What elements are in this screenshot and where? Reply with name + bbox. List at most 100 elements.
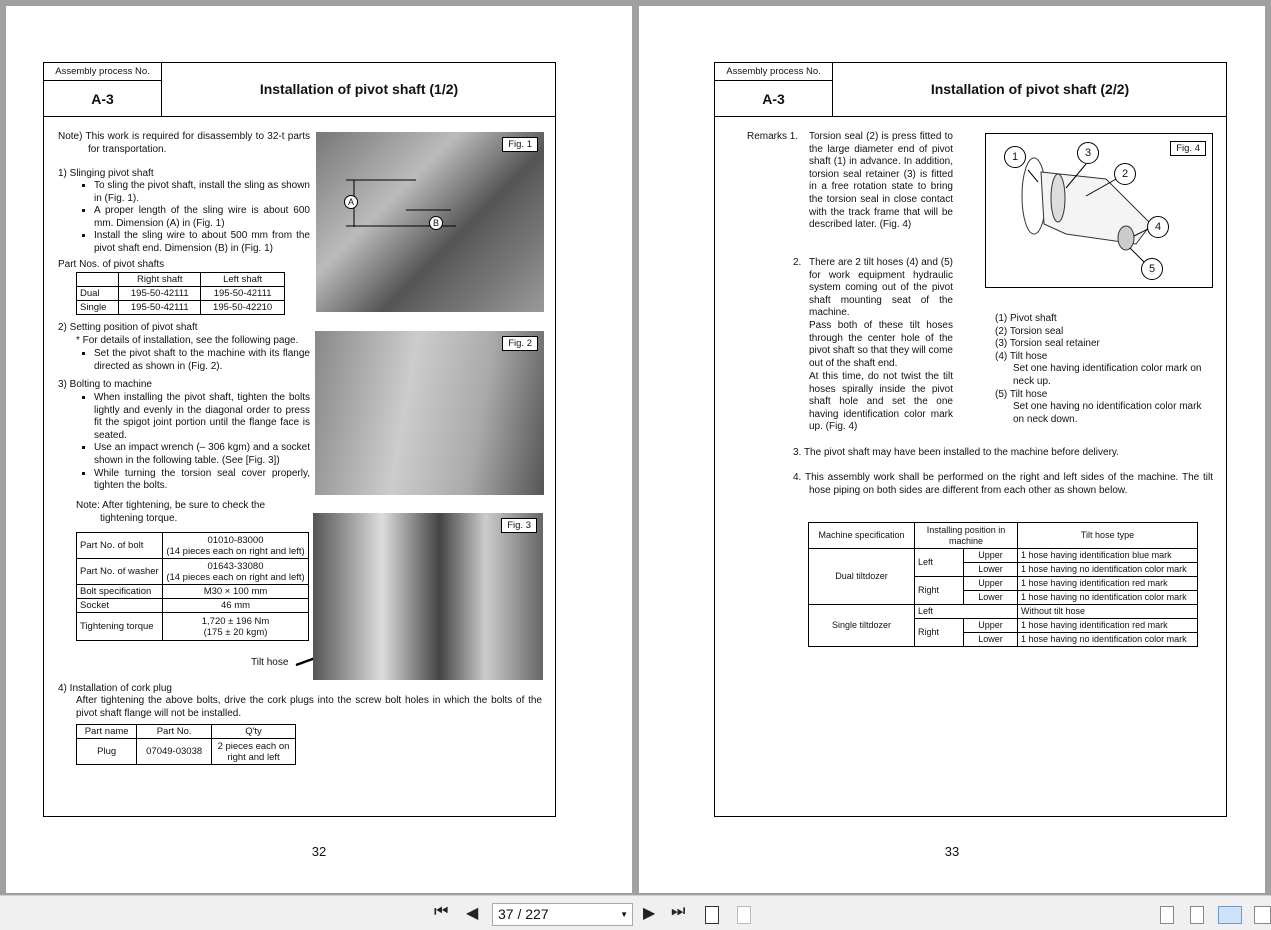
legend-num: (4): [995, 350, 1008, 362]
bullet: Set the pivot shaft to the machine with …: [94, 348, 310, 373]
process-label: Assembly process No.: [44, 63, 162, 81]
section-2-note: * For details of installation, see the f…: [76, 335, 299, 346]
cork-plug-table: Part name Part No. Q'ty Plug 07049-03038 2 p…: [75, 724, 296, 765]
cell: Dual tiltdozer: [808, 548, 915, 605]
cell: Upper: [963, 548, 1018, 563]
cell: Lower: [963, 590, 1018, 605]
page-number: 32: [311, 844, 327, 859]
fig-4-legend: (1) Pivot shaft (2) Torsion seal (3) Tor…: [995, 313, 1215, 426]
pivot-shaft-parts-table: Right shaft Left shaft Dual 195-50-42111 19…: [75, 272, 285, 315]
cell: 1 hose having identification red mark: [1017, 576, 1198, 591]
cell: 2 pieces each on right and left: [211, 738, 296, 765]
cell: 195-50-42111: [118, 286, 202, 301]
section-4-title: 4) Installation of cork plug: [58, 683, 172, 694]
legend-text: Tilt hose: [1009, 350, 1048, 362]
cell: Part No.: [136, 724, 212, 739]
cell: 1 hose having identification red mark: [1017, 618, 1198, 633]
legend-text: Torsion seal retainer: [1009, 338, 1100, 350]
cell: Installing position in machine: [914, 522, 1018, 549]
legend-detail: Set one having identification color mark…: [1013, 363, 1202, 387]
legend-num: (5): [995, 388, 1008, 400]
process-number: A-3: [715, 81, 833, 117]
cell: [75, 272, 120, 287]
fig-label: Fig. 2: [502, 336, 538, 351]
page-header: Assembly process No. A-3 Installation of…: [715, 63, 1226, 117]
cell: Q'ty: [211, 724, 296, 739]
cell: Part name: [75, 724, 138, 739]
cell: Upper: [963, 618, 1018, 633]
cell: Lower: [963, 562, 1018, 577]
fig-2-photo: Fig. 2: [315, 331, 544, 495]
page-frame: Assembly process No. A-3 Installation of…: [714, 62, 1227, 817]
fig-3-photo: Fig. 3: [313, 513, 543, 680]
next-view-icon[interactable]: [737, 906, 751, 924]
cell: Part No. of washer: [75, 558, 164, 585]
last-page-icon[interactable]: ⏭: [671, 903, 685, 921]
legend-num: (1): [995, 313, 1008, 324]
cell: 1 hose having no identification color ma…: [1017, 562, 1198, 577]
single-page-view-icon[interactable]: [1160, 906, 1174, 924]
cell: 1 hose having no identification color ma…: [1017, 590, 1198, 605]
page-header: Assembly process No. A-3 Installation of…: [44, 63, 555, 117]
page-title: Installation of pivot shaft (2/2): [930, 81, 1130, 97]
cell: Right: [914, 576, 964, 605]
continuous-view-icon[interactable]: [1190, 906, 1204, 924]
first-page-icon[interactable]: ⏮: [434, 903, 448, 921]
chevron-down-icon[interactable]: ▼: [620, 904, 628, 925]
previous-page-icon[interactable]: ◀: [466, 903, 478, 923]
cell: M30 × 100 mm: [162, 584, 309, 599]
cell: Lower: [963, 632, 1018, 647]
dimension-b-callout: B: [429, 216, 443, 230]
bullet: A proper length of the sling wire is abo…: [94, 205, 310, 230]
cell: Without tilt hose: [1017, 604, 1198, 619]
page-value: 37 / 227: [498, 906, 549, 922]
cell: 195-50-42210: [200, 300, 285, 315]
page-title: Installation of pivot shaft (1/2): [259, 81, 459, 97]
cell: Left: [914, 604, 1018, 619]
two-page-view-icon[interactable]: [1218, 906, 1242, 924]
previous-view-icon[interactable]: [705, 906, 719, 924]
cell: Left shaft: [200, 272, 285, 287]
remark-2c: At this time, do not twist the tilt hose…: [809, 371, 953, 433]
cell: 46 mm: [162, 598, 309, 613]
bullet: Use an impact wrench (– 306 kgm) and a s…: [94, 442, 310, 467]
section-2-title: 2) Setting position of pivot shaft: [58, 322, 198, 333]
cell: 195-50-42111: [200, 286, 285, 301]
callout-1: 1: [1004, 146, 1026, 168]
cell: Plug: [75, 738, 138, 765]
legend-text: Torsion seal: [1009, 325, 1064, 337]
callout-4: 4: [1147, 216, 1169, 238]
cell: (14 pieces each on right and left): [166, 545, 305, 557]
page-number-input[interactable]: 37 / 227 ▼: [492, 903, 633, 926]
bullet: While turning the torsion seal cover pro…: [94, 468, 310, 493]
bullet: To sling the pivot shaft, install the sl…: [94, 180, 310, 205]
legend-detail: Set one having no identification color m…: [1013, 401, 1202, 425]
cell: Tilt hose type: [1017, 522, 1198, 549]
cell: (14 pieces each on right and left): [166, 571, 305, 583]
bolt-spec-table: Part No. of bolt 01010-83000 (14 pieces ea…: [75, 532, 309, 641]
cell: Dual: [75, 286, 120, 301]
two-page-continuous-view-icon[interactable]: [1254, 906, 1271, 924]
fig-4-diagram: Fig. 4 1 2 3 4 5: [985, 133, 1213, 288]
cell: 1,720 ± 196 Nm: [201, 615, 270, 627]
remark-3: 3. The pivot shaft may have been install…: [793, 447, 1119, 458]
cell: Socket: [75, 598, 164, 613]
cell: Right shaft: [118, 272, 202, 287]
cell: Single: [75, 300, 120, 315]
legend-text: Tilt hose: [1009, 388, 1048, 400]
section-2-bullets: Set the pivot shaft to the machine with …: [94, 348, 310, 373]
callout-5: 5: [1141, 258, 1163, 280]
dimension-a-callout: A: [344, 195, 358, 209]
cell: 1 hose having no identification color ma…: [1017, 632, 1198, 647]
remark-2-number: 2.: [793, 257, 802, 268]
cell: Tightening torque: [75, 612, 164, 641]
next-page-icon[interactable]: ▶: [643, 903, 655, 923]
section-4-text: After tightening the above bolts, drive …: [76, 695, 542, 719]
bullet: Install the sling wire to about 500 mm f…: [94, 230, 310, 255]
cell: 01643-33080: [207, 560, 264, 572]
cell: Machine specification: [808, 522, 915, 549]
legend-text: Pivot shaft: [1010, 313, 1057, 324]
section-3-note: Note: After tightening, be sure to check…: [76, 500, 266, 524]
process-label: Assembly process No.: [715, 63, 833, 81]
pdf-page-33: Assembly process No. A-3 Installation of…: [639, 6, 1265, 893]
